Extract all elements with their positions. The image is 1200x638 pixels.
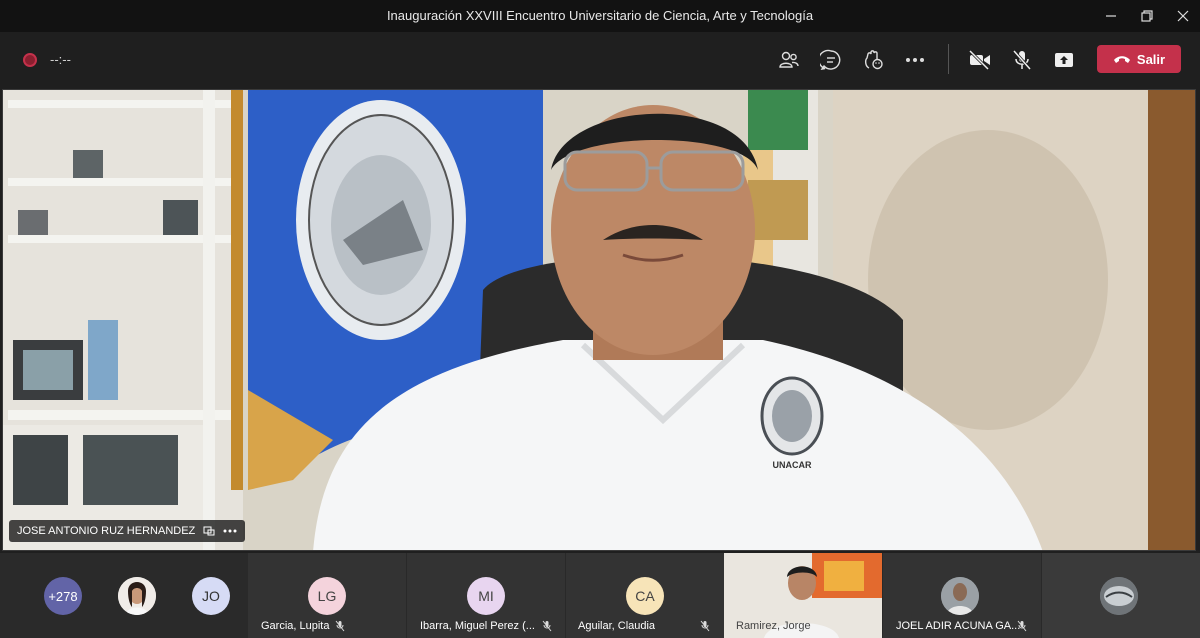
more-icon[interactable]	[901, 46, 929, 74]
participant-name: Ramirez, Jorge	[736, 620, 811, 632]
participant-avatar: LG	[308, 577, 346, 615]
participant-tile[interactable]: LG Garcia, Lupita	[248, 553, 406, 638]
meeting-timer: --:--	[50, 52, 71, 67]
participant-tile[interactable]: MI Ibarra, Miguel Perez (...	[407, 553, 565, 638]
participant-avatar-photo	[1100, 577, 1138, 615]
participant-name: Ibarra, Miguel Perez (...	[420, 620, 535, 632]
mic-off-icon	[700, 620, 710, 632]
shirt-logo-text: UNACAR	[773, 460, 812, 470]
speaker-name-tag: JOSE ANTONIO RUZ HERNANDEZ	[9, 520, 246, 542]
participant-avatar-photo[interactable]	[118, 577, 156, 615]
participant-tile[interactable]: CA Aguilar, Claudia	[566, 553, 724, 638]
overflow-count-badge[interactable]: +278	[44, 577, 82, 615]
mic-off-icon	[1017, 620, 1027, 632]
restore-icon[interactable]	[1130, 4, 1164, 28]
screen-share-indicator-icon	[203, 526, 215, 536]
camera-off-icon[interactable]	[966, 46, 994, 74]
leave-button[interactable]: Salir	[1097, 45, 1181, 73]
recording-icon	[23, 53, 37, 67]
participant-avatar: MI	[467, 577, 505, 615]
participant-tile[interactable]	[1042, 553, 1200, 638]
mic-off-icon[interactable]	[1008, 46, 1036, 74]
chat-icon[interactable]	[817, 46, 845, 74]
close-icon[interactable]	[1166, 4, 1200, 28]
speaker-video-frame: UNACAR	[3, 90, 1195, 550]
toolbar-divider	[948, 44, 949, 74]
people-icon[interactable]	[775, 46, 803, 74]
participant-name: Aguilar, Claudia	[578, 620, 656, 632]
leave-label: Salir	[1136, 51, 1166, 67]
more-options-icon[interactable]	[223, 529, 237, 533]
participant-avatar: CA	[626, 577, 664, 615]
participant-video-tile[interactable]: Ramirez, Jorge	[724, 553, 882, 638]
participant-group-left: +278 JO	[0, 553, 248, 638]
minimize-icon[interactable]	[1094, 4, 1128, 28]
participant-avatar-jo[interactable]: JO	[192, 577, 230, 615]
main-video[interactable]: UNACAR JOSE ANTONIO RUZ HERNANDEZ	[2, 89, 1196, 551]
participant-avatar-photo	[941, 577, 979, 615]
mic-off-icon	[335, 620, 345, 632]
mic-off-icon	[542, 620, 552, 632]
meeting-toolbar: --:-- Salir	[0, 32, 1200, 88]
participant-tile[interactable]: JOEL ADIR ACUNA GA...	[883, 553, 1041, 638]
participant-strip: +278 JO LG Garcia, Lupita MI Ibarra, Mig…	[0, 553, 1200, 638]
hang-up-icon	[1113, 56, 1130, 63]
speaker-name: JOSE ANTONIO RUZ HERNANDEZ	[17, 525, 196, 537]
window-title: Inauguración XXVIII Encuentro Universita…	[386, 8, 814, 23]
title-bar: Inauguración XXVIII Encuentro Universita…	[0, 0, 1200, 32]
participant-name: JOEL ADIR ACUNA GA...	[896, 620, 1021, 632]
participant-name: Garcia, Lupita	[261, 620, 330, 632]
share-icon[interactable]	[1050, 46, 1078, 74]
reactions-icon[interactable]	[859, 46, 887, 74]
